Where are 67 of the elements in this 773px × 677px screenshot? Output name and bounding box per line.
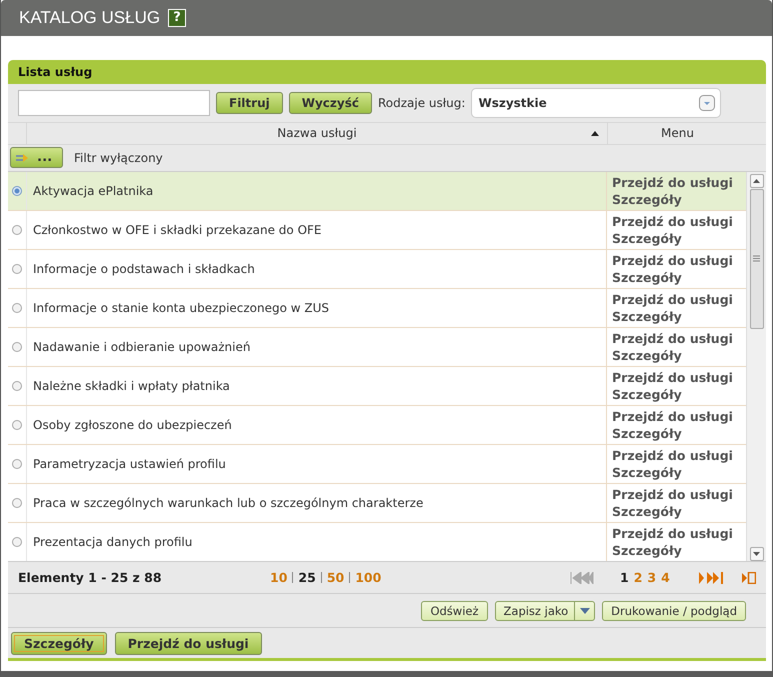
type-dropdown[interactable]: Wszystkie xyxy=(471,88,722,118)
page-size-link[interactable]: 25 xyxy=(298,570,316,586)
menu-link[interactable]: Przejdź do usługi xyxy=(612,524,746,542)
table-cell: Należne składki i wpłaty płatnika xyxy=(27,366,607,405)
radio-button[interactable] xyxy=(12,186,22,196)
item-count: Elementy 1 - 25 z 88 xyxy=(18,570,163,586)
radio-button[interactable] xyxy=(12,380,22,391)
column-header[interactable]: Nazwa usługi xyxy=(27,122,608,144)
action-button[interactable]: Szczegóły xyxy=(11,632,107,655)
page-link[interactable]: 1 xyxy=(620,570,629,586)
menu-link[interactable]: Szczegóły xyxy=(612,424,746,442)
caret-icon xyxy=(580,608,590,614)
menu-link[interactable]: Przejdź do usługi xyxy=(612,330,746,347)
next-last-page-icon[interactable] xyxy=(698,572,724,584)
grip-icon[interactable] xyxy=(753,255,760,262)
table-cell: Nadawanie i odbieranie upoważnień xyxy=(27,328,607,366)
table-cell: Aktywacja ePlatnika xyxy=(27,172,607,210)
menu-link[interactable]: Szczegóły xyxy=(612,464,746,481)
menu-link[interactable]: Przejdź do usługi xyxy=(612,290,746,308)
menu-link[interactable]: Szczegóły xyxy=(612,190,746,208)
scroll-up-icon[interactable] xyxy=(753,178,760,183)
menu-link[interactable]: Przejdź do usługi xyxy=(612,408,746,425)
panel-title: Lista usług xyxy=(8,60,766,84)
menu-link[interactable]: Szczegóły xyxy=(612,268,746,286)
radio-button[interactable] xyxy=(12,342,22,352)
menu-link[interactable]: Szczegóły xyxy=(612,230,746,247)
type-label: Rodzaje usług: xyxy=(378,96,466,110)
toolbar-button[interactable]: Odśwież xyxy=(421,600,488,621)
radio-button[interactable] xyxy=(12,302,22,313)
table-cell: Praca w szczególnych warunkach lub o szczególnym charakterze xyxy=(27,484,607,522)
filter-status: Filtr wyłączony xyxy=(74,150,163,165)
menu-link[interactable]: Przejdź do usługi xyxy=(612,486,746,503)
radio-button[interactable] xyxy=(12,224,22,235)
table-cell: Parametryzacja ustawień profilu xyxy=(27,444,607,483)
toolbar-button[interactable]: Zapisz jako xyxy=(494,600,596,621)
toolbar-button[interactable]: Drukowanie / podgląd xyxy=(602,600,746,621)
scroll-down-icon[interactable] xyxy=(753,552,760,556)
window-title: KATALOG USŁUG xyxy=(19,8,160,28)
table-cell: Osoby zgłoszone do ubezpieczeń xyxy=(27,406,607,444)
filter-button[interactable]: Wyczyść xyxy=(288,92,372,114)
menu-link[interactable]: Szczegóły xyxy=(612,346,746,364)
action-button[interactable]: Przejdź do usługi xyxy=(114,632,262,655)
filter-button[interactable]: Filtruj xyxy=(216,92,283,114)
menu-link[interactable]: Przejdź do usługi xyxy=(612,252,746,269)
menu-link[interactable]: Przejdź do usługi xyxy=(612,368,746,386)
table-cell: Prezentacja danych profilu xyxy=(27,522,607,561)
menu-link[interactable]: Szczegóły xyxy=(612,542,746,559)
menu-link[interactable]: Szczegóły xyxy=(612,502,746,520)
radio-button[interactable] xyxy=(12,420,22,430)
menu-link[interactable]: Przejdź do usługi xyxy=(612,174,746,191)
table-cell: Informacje o podstawach i składkach xyxy=(27,250,607,288)
column-header[interactable]: Menu xyxy=(608,122,747,144)
menu-link[interactable]: Szczegóły xyxy=(612,386,746,403)
expand-panel-icon[interactable] xyxy=(742,572,756,584)
scrollbar[interactable] xyxy=(746,172,766,562)
table-cell: Członkostwo w OFE i składki przekazane do OFE xyxy=(27,210,607,249)
filter-button[interactable]: ... xyxy=(10,147,63,168)
radio-button[interactable] xyxy=(12,264,22,274)
radio-button[interactable] xyxy=(12,498,22,508)
help-button[interactable]: ? xyxy=(168,9,186,27)
menu-link[interactable]: Przejdź do usługi xyxy=(612,212,746,230)
radio-button[interactable] xyxy=(12,536,22,547)
menu-link[interactable]: Przejdź do usługi xyxy=(612,446,746,464)
filter-field[interactable] xyxy=(18,90,210,116)
table-cell: Informacje o stanie konta ubezpieczonego w ZUS xyxy=(27,288,607,327)
radio-button[interactable] xyxy=(12,458,22,469)
menu-link[interactable]: Szczegóły xyxy=(612,308,746,325)
